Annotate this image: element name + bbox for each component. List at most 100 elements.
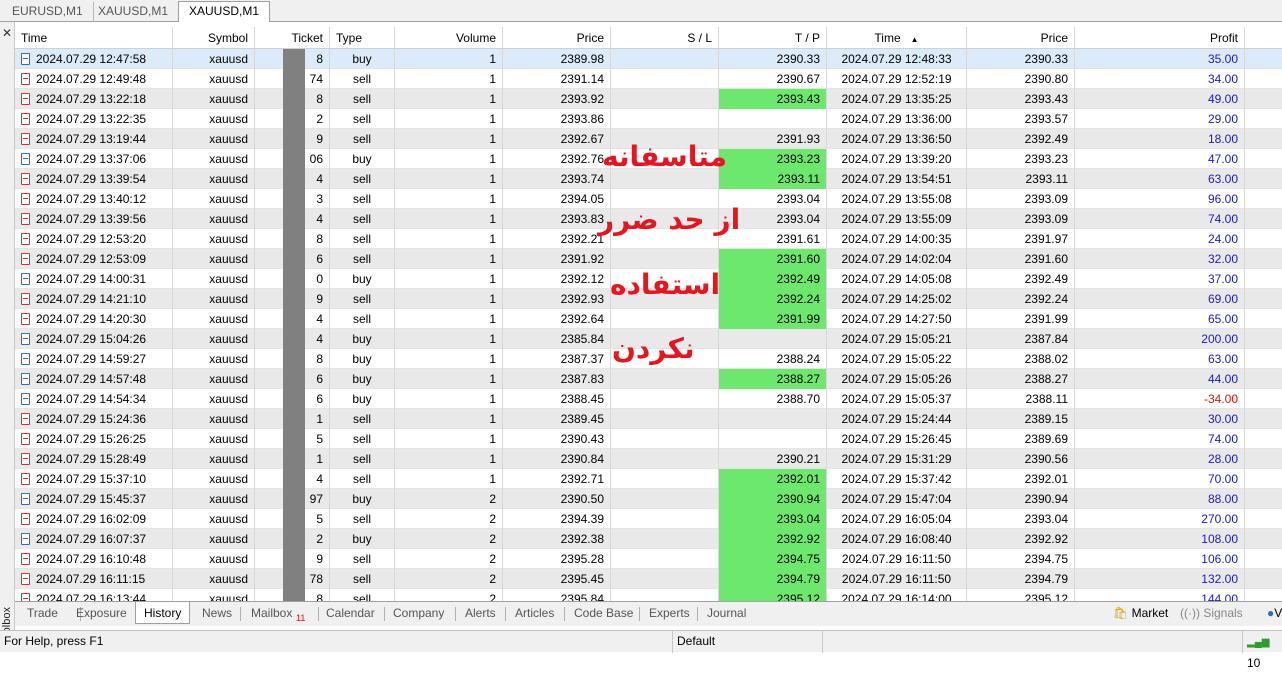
cell-price: 2394.39	[503, 509, 611, 529]
cell-price: 2392.21	[503, 229, 611, 249]
cell-volume: 1	[395, 269, 503, 289]
cell-close-price: 2390.94	[967, 489, 1075, 509]
table-row[interactable]: 2024.07.29 15:26:25 xauusd 5 sell 1 2390.43 20…	[15, 429, 1282, 449]
toolbox-sidebar: ✕ Toolbox	[0, 22, 15, 645]
tab-history[interactable]: History	[135, 602, 191, 624]
cell-volume: 2	[395, 509, 503, 529]
cell-close-price: 2388.27	[967, 369, 1075, 389]
buy-deal-icon	[21, 393, 30, 405]
tab-company[interactable]: Company	[393, 604, 444, 624]
cell-sl	[611, 49, 719, 69]
status-bar: For Help, press F1 Default ▂▄▆ 10	[0, 630, 1282, 670]
cell-profit: 132.00	[1075, 569, 1245, 589]
col-sl[interactable]: S / L	[611, 27, 719, 49]
cell-price: 2387.37	[503, 349, 611, 369]
market-button[interactable]: 🛍 Market	[1113, 604, 1168, 624]
tab-experts[interactable]: Experts	[649, 604, 690, 624]
cell-close-price: 2393.04	[967, 509, 1075, 529]
col-symbol[interactable]: Symbol	[173, 27, 255, 49]
table-row[interactable]: 2024.07.29 14:20:30 xauusd 4 sell 1 2392.64 23…	[15, 309, 1282, 329]
tab-trade[interactable]: Trade	[27, 604, 58, 624]
table-row[interactable]: 2024.07.29 15:28:49 xauusd 1 sell 1 2390.84 23…	[15, 449, 1282, 469]
table-row[interactable]: 2024.07.29 15:37:10 xauusd 4 sell 1 2392.71 23…	[15, 469, 1282, 489]
cell-tp: 2390.67	[719, 69, 827, 89]
cell-tp: 2394.79	[719, 569, 827, 589]
cell-open-time: 2024.07.29 15:45:37	[15, 489, 173, 509]
col-tp[interactable]: T / P	[719, 27, 827, 49]
cell-volume: 1	[395, 169, 503, 189]
cell-profit: 44.00	[1075, 369, 1245, 389]
tab-news[interactable]: News	[202, 604, 232, 624]
cell-open-time: 2024.07.29 12:47:58	[15, 49, 173, 69]
table-row[interactable]: 2024.07.29 16:11:15 xauusd 78 sell 2 2395.45 2…	[15, 569, 1282, 589]
cell-profit: 49.00	[1075, 89, 1245, 109]
signals-button[interactable]: ((·)) Signals	[1180, 604, 1243, 624]
cell-sl	[611, 469, 719, 489]
table-row[interactable]: 2024.07.29 14:57:48 xauusd 6 buy 1 2387.83 238…	[15, 369, 1282, 389]
cell-open-time: 2024.07.29 13:40:12	[15, 189, 173, 209]
col-profit[interactable]: Profit	[1075, 27, 1245, 49]
cell-symbol: xauusd	[173, 329, 255, 349]
col-open-time[interactable]: Time	[15, 27, 173, 49]
chart-tab-xauusd-active[interactable]: XAUUSD,M1	[178, 1, 271, 22]
table-row[interactable]: 2024.07.29 12:49:48 xauusd 74 sell 1 2391.14 2…	[15, 69, 1282, 89]
col-close-time[interactable]: Time ▲	[827, 27, 967, 49]
cell-symbol: xauusd	[173, 449, 255, 469]
cell-close-time: 2024.07.29 13:36:50	[827, 129, 967, 149]
table-row[interactable]: 2024.07.29 14:54:34 xauusd 6 buy 1 2388.45 238…	[15, 389, 1282, 409]
tab-journal[interactable]: Journal	[707, 604, 746, 624]
cell-close-time: 2024.07.29 15:47:04	[827, 489, 967, 509]
cell-volume: 2	[395, 569, 503, 589]
cell-type: buy	[330, 149, 395, 169]
cell-tp: 2393.04	[719, 509, 827, 529]
table-row[interactable]: 2024.07.29 13:22:35 xauusd 2 sell 1 2393.86 20…	[15, 109, 1282, 129]
cell-volume: 1	[395, 49, 503, 69]
cell-close-time: 2024.07.29 13:36:00	[827, 109, 967, 129]
tab-calendar[interactable]: Calendar	[326, 604, 375, 624]
tab-articles[interactable]: Articles	[515, 604, 554, 624]
col-type[interactable]: Type	[330, 27, 395, 49]
cell-sl	[611, 529, 719, 549]
tab-exposure[interactable]: Exposure	[76, 604, 127, 624]
cell-profit: 63.00	[1075, 169, 1245, 189]
cell-volume: 1	[395, 309, 503, 329]
table-row[interactable]: 2024.07.29 16:13:44 xauusd 8 sell 2 2395.84 23…	[15, 589, 1282, 601]
table-row[interactable]: 2024.07.29 16:02:09 xauusd 5 sell 2 2394.39 23…	[15, 509, 1282, 529]
cell-type: sell	[330, 69, 395, 89]
tab-mailbox[interactable]: Mailbox	[251, 604, 292, 624]
cell-close-time: 2024.07.29 15:05:37	[827, 389, 967, 409]
cell-profit: 106.00	[1075, 549, 1245, 569]
chart-tab-eurusd[interactable]: EURUSD,M1	[2, 2, 94, 22]
cell-type: buy	[330, 389, 395, 409]
cell-close-price: 2392.01	[967, 469, 1075, 489]
cell-volume: 2	[395, 549, 503, 569]
col-volume[interactable]: Volume	[395, 27, 503, 49]
table-row[interactable]: 2024.07.29 15:45:37 xauusd 97 buy 2 2390.50 23…	[15, 489, 1282, 509]
cell-type: sell	[330, 209, 395, 229]
cell-open-time: 2024.07.29 15:37:10	[15, 469, 173, 489]
tab-alerts[interactable]: Alerts	[465, 604, 496, 624]
cell-volume: 2	[395, 529, 503, 549]
table-row[interactable]: 2024.07.29 16:10:48 xauusd 9 sell 2 2395.28 23…	[15, 549, 1282, 569]
col-ticket[interactable]: Ticket	[255, 27, 330, 49]
status-profile: Default	[673, 631, 823, 653]
buy-deal-icon	[21, 273, 30, 285]
cell-open-time: 2024.07.29 13:39:56	[15, 209, 173, 229]
cell-volume: 1	[395, 69, 503, 89]
vps-button[interactable]: ●VP	[1267, 604, 1282, 624]
cell-type: buy	[330, 49, 395, 69]
table-row[interactable]: 2024.07.29 12:53:09 xauusd 6 sell 1 2391.92 23…	[15, 249, 1282, 269]
table-row[interactable]: 2024.07.29 15:24:36 xauusd 1 sell 1 2389.45 20…	[15, 409, 1282, 429]
cell-symbol: xauusd	[173, 69, 255, 89]
col-close-price[interactable]: Price	[967, 27, 1075, 49]
chart-tab-xauusd-1[interactable]: XAUUSD,M1	[88, 2, 180, 22]
tab-code-base[interactable]: Code Base	[574, 604, 633, 624]
cell-type: buy	[330, 349, 395, 369]
cell-type: sell	[330, 509, 395, 529]
close-icon[interactable]: ✕	[2, 26, 12, 40]
col-price[interactable]: Price	[503, 27, 611, 49]
table-row[interactable]: 2024.07.29 12:47:58 xauusd 8 buy 1 2389.98 239…	[15, 49, 1282, 69]
cell-volume: 1	[395, 429, 503, 449]
table-row[interactable]: 2024.07.29 16:07:37 xauusd 2 buy 2 2392.38 239…	[15, 529, 1282, 549]
table-row[interactable]: 2024.07.29 13:22:18 xauusd 8 sell 1 2393.92 23…	[15, 89, 1282, 109]
